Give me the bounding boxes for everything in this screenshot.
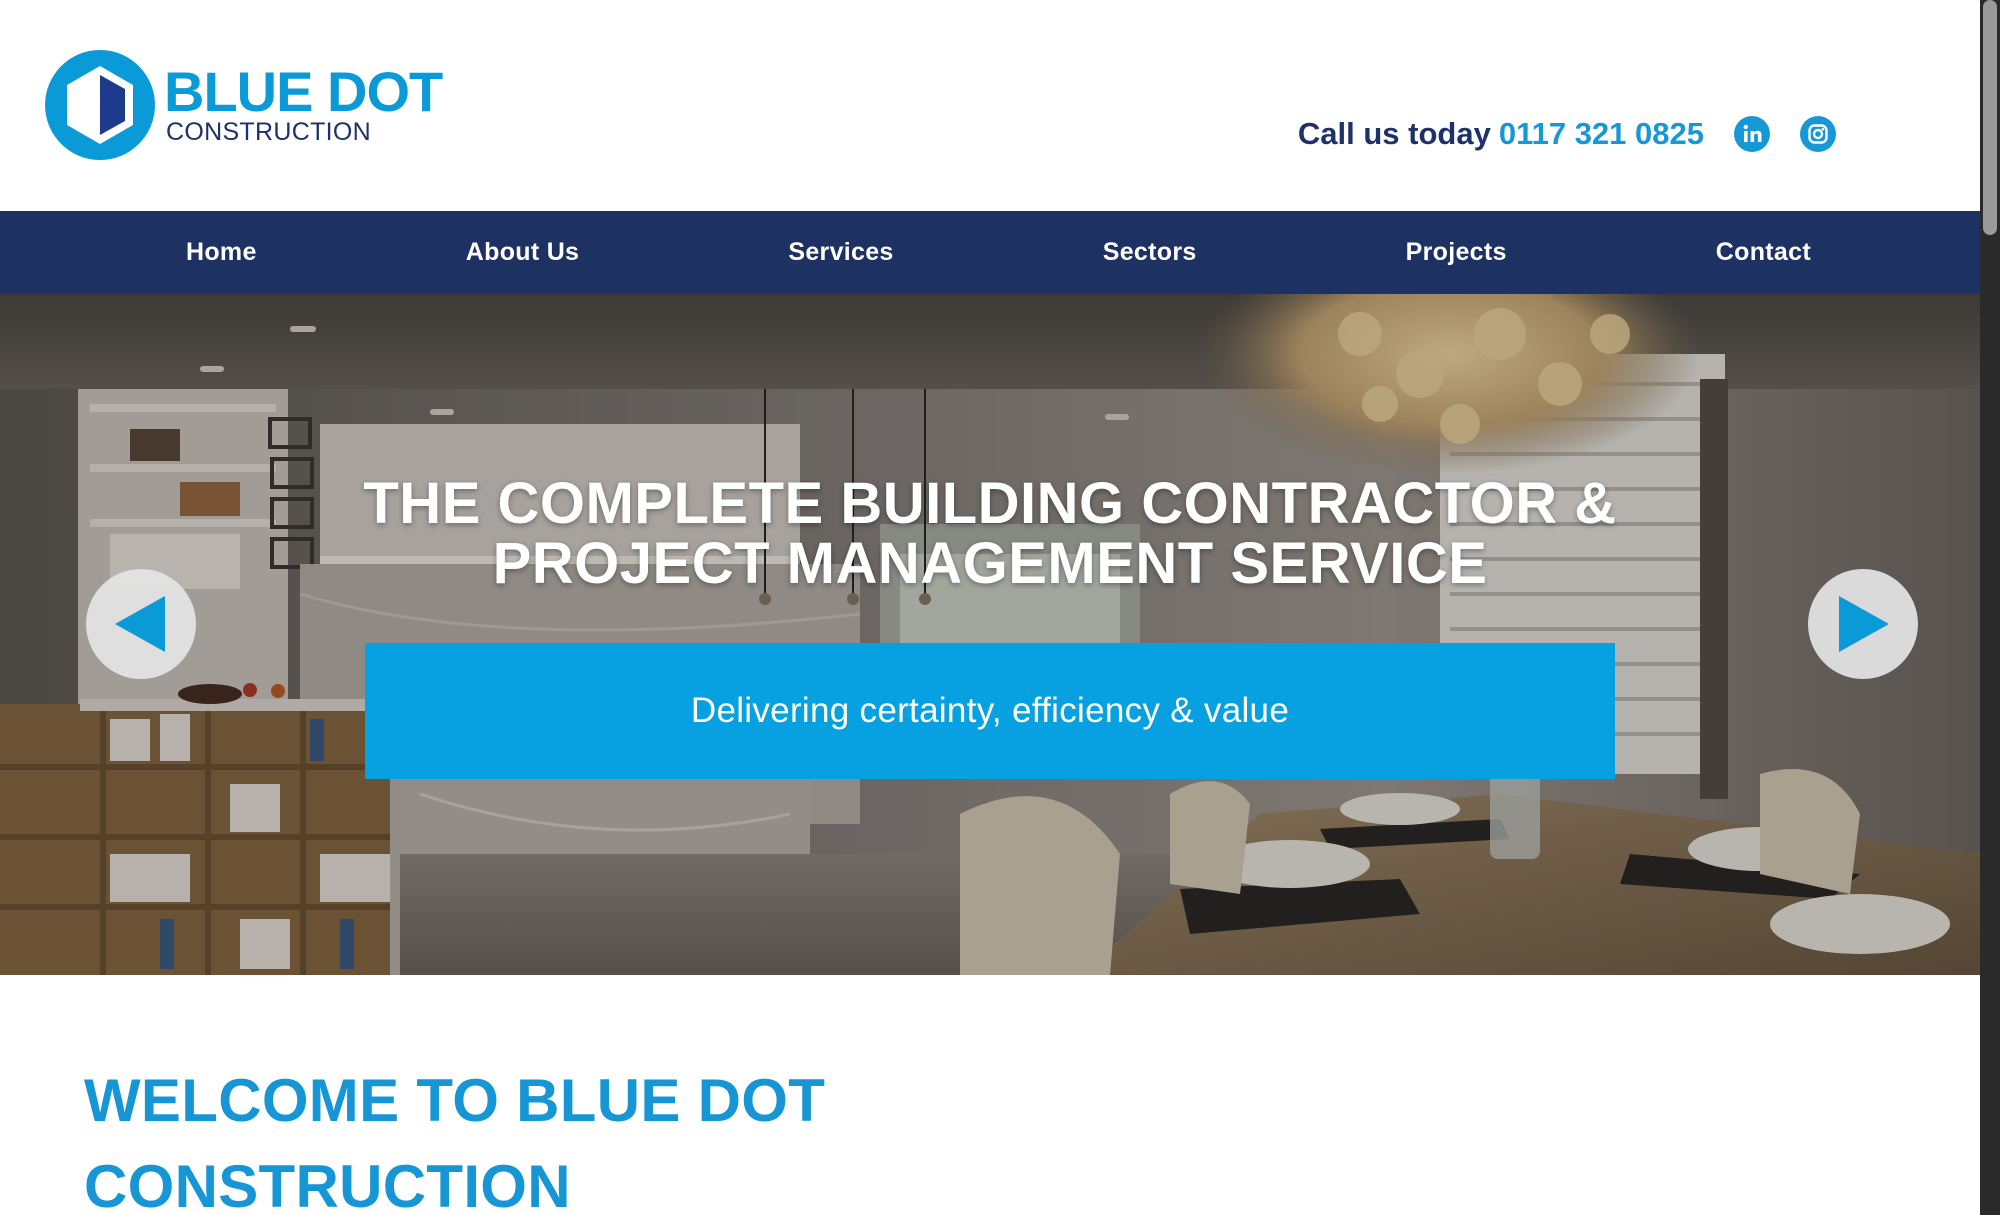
- page-scrollbar[interactable]: [1980, 0, 2000, 1215]
- linkedin-icon[interactable]: [1734, 116, 1770, 152]
- call-label: Call us today: [1297, 116, 1491, 151]
- main-nav: Home About Us Services Sectors Projects …: [0, 211, 1980, 294]
- nav-item-services[interactable]: Services: [788, 238, 893, 267]
- logo-hexagon-icon: [45, 50, 155, 160]
- nav-item-sectors[interactable]: Sectors: [1103, 238, 1197, 267]
- nav-item-home[interactable]: Home: [186, 238, 257, 267]
- slider-prev-button[interactable]: [86, 569, 196, 679]
- instagram-icon[interactable]: [1800, 116, 1836, 152]
- hero-tagline-banner: Delivering certainty, efficiency & value: [365, 643, 1615, 779]
- hero-background-image: [0, 294, 1980, 975]
- arrow-left-icon: [115, 596, 165, 652]
- phone-link[interactable]: 0117 321 0825: [1499, 116, 1704, 152]
- logo-title: BLUE DOT: [164, 60, 443, 123]
- page: BLUE DOT CONSTRUCTION Call us today 0117…: [0, 0, 1980, 1215]
- slider-next-button[interactable]: [1808, 569, 1918, 679]
- nav-item-about-us[interactable]: About Us: [466, 238, 580, 267]
- scrollbar-thumb[interactable]: [1983, 0, 1997, 235]
- hero-subtitle: Delivering certainty, efficiency & value: [690, 691, 1290, 730]
- hero-title-line-2: PROJECT MANAGEMENT SERVICE: [492, 531, 1488, 596]
- hero-title: THE COMPLETE BUILDING CONTRACTOR & PROJE…: [200, 474, 1780, 594]
- welcome-line-1: WELCOME TO BLUE DOT: [84, 1067, 826, 1134]
- hero-title-line-1: THE COMPLETE BUILDING CONTRACTOR &: [363, 471, 1617, 536]
- arrow-right-icon: [1839, 596, 1889, 652]
- site-header: BLUE DOT CONSTRUCTION Call us today 0117…: [0, 0, 1980, 211]
- contact-strip: Call us today 0117 321 0825: [1298, 116, 1836, 152]
- welcome-heading: WELCOME TO BLUE DOT CONSTRUCTION: [84, 1058, 984, 1215]
- logo-subtitle: CONSTRUCTION: [166, 118, 371, 146]
- welcome-line-2: CONSTRUCTION: [84, 1153, 571, 1215]
- instagram-glyph: [1808, 124, 1828, 144]
- hero-slider: THE COMPLETE BUILDING CONTRACTOR & PROJE…: [0, 294, 1980, 975]
- nav-item-projects[interactable]: Projects: [1406, 238, 1507, 267]
- site-logo[interactable]: BLUE DOT CONSTRUCTION: [44, 49, 443, 161]
- logo-text: BLUE DOT CONSTRUCTION: [164, 60, 443, 146]
- nav-item-contact[interactable]: Contact: [1716, 238, 1811, 267]
- linkedin-glyph: [1743, 124, 1762, 142]
